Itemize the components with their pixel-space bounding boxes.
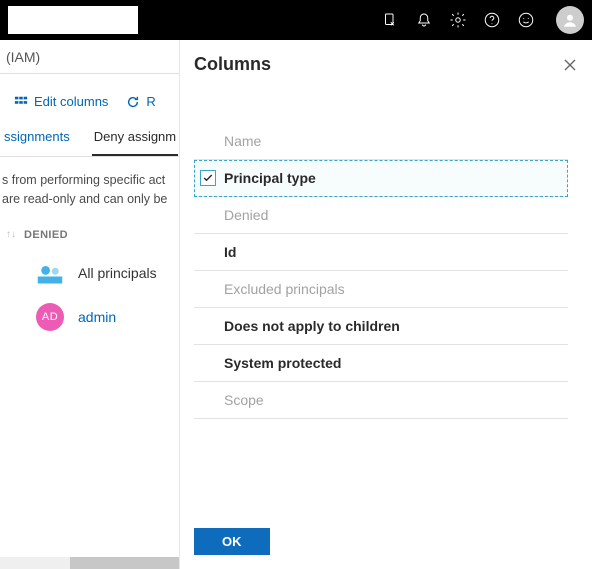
search-input[interactable] [8,6,138,34]
user-avatar[interactable] [556,6,584,34]
scrollbar-thumb[interactable] [70,557,190,569]
sort-icon[interactable]: ↑↓ [6,229,16,240]
tab-assignments[interactable]: ssignments [2,121,72,156]
checkbox-checked-icon[interactable] [200,170,216,186]
bell-icon[interactable] [414,10,434,30]
tab-deny-assignments[interactable]: Deny assignm [92,121,178,156]
refresh-button[interactable]: R [126,94,155,109]
column-option-system-protected[interactable]: System protected [194,345,568,382]
panel-title: Columns [194,54,271,75]
edit-columns-label: Edit columns [34,94,108,109]
panel-header: Columns [180,40,592,81]
columns-panel: Columns Name Principal type Denied Id Ex… [179,40,592,569]
feedback-icon[interactable] [516,10,536,30]
edit-columns-button[interactable]: Edit columns [14,94,108,109]
principals-icon [36,259,64,287]
refresh-label: R [146,94,155,109]
clipboard-icon[interactable] [380,10,400,30]
admin-avatar: AD [36,303,64,331]
column-option-scope[interactable]: Scope [194,382,568,419]
close-icon[interactable] [562,57,578,73]
column-option-id[interactable]: Id [194,234,568,271]
panel-footer: OK [180,514,592,569]
columns-icon [14,95,28,109]
column-option-denied[interactable]: Denied [194,197,568,234]
row-label: All principals [78,265,157,281]
column-option-label: Principal type [224,170,316,186]
admin-link[interactable]: admin [78,309,116,325]
column-header-denied[interactable]: DENIED [24,229,68,241]
top-bar [0,0,592,40]
column-option-name[interactable]: Name [194,123,568,160]
gear-icon[interactable] [448,10,468,30]
column-option-excluded[interactable]: Excluded principals [194,271,568,308]
column-option-not-apply[interactable]: Does not apply to children [194,308,568,345]
refresh-icon [126,95,140,109]
column-option-principal-type[interactable]: Principal type [194,160,568,197]
help-icon[interactable] [482,10,502,30]
panel-body: Name Principal type Denied Id Excluded p… [180,81,592,514]
ok-button[interactable]: OK [194,528,270,555]
